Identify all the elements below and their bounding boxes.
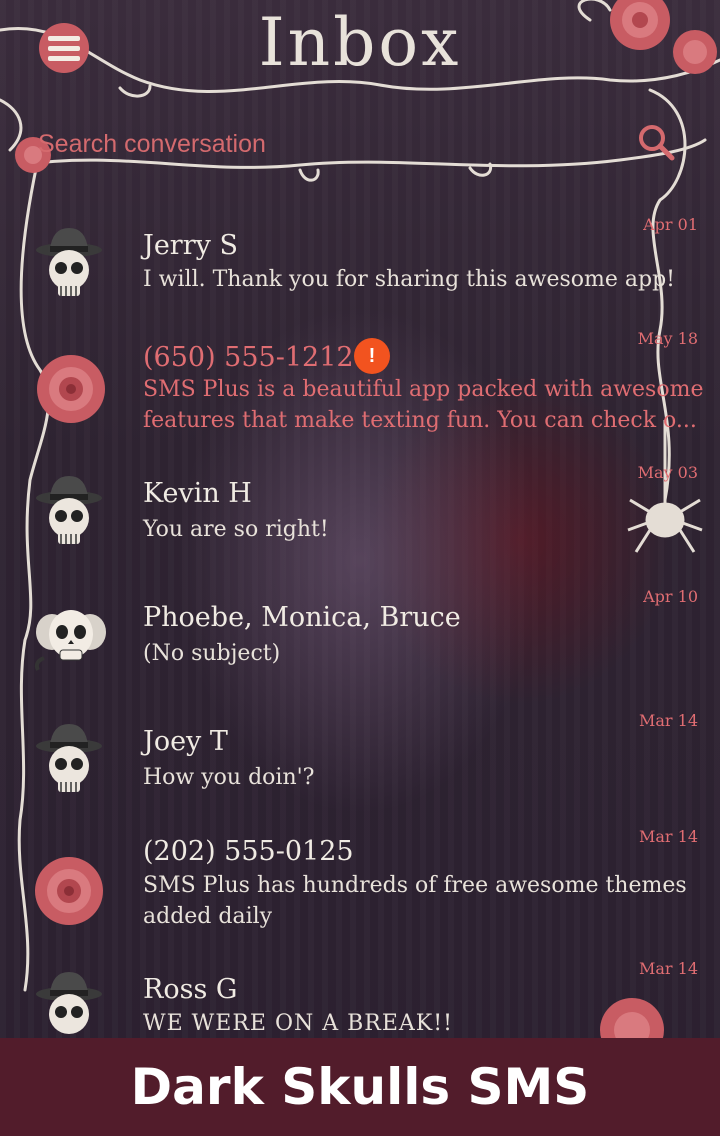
unread-badge: ! [354, 338, 390, 374]
message-date: Mar 14 [638, 711, 698, 730]
message-date: May 18 [637, 329, 698, 348]
menu-button[interactable] [36, 22, 92, 74]
message-snippet: WE WERE ON A BREAK!! [143, 1011, 453, 1036]
contact-name: Kevin H [143, 478, 252, 509]
search-input[interactable] [38, 126, 618, 162]
message-date: May 03 [637, 463, 698, 482]
contact-name: (650) 555-1212 [143, 342, 354, 373]
skull-fedora-icon [36, 724, 102, 792]
contact-name: (202) 555-0125 [143, 836, 354, 867]
skull-fedora-icon [36, 972, 102, 1034]
message-date: Apr 10 [643, 587, 698, 606]
conversation-row[interactable]: Kevin H You are so right! May 03 [0, 448, 720, 572]
contact-name: Joey T [143, 726, 228, 757]
message-snippet: SMS Plus is a beautiful app packed with … [143, 377, 704, 433]
message-snippet: (No subject) [143, 641, 281, 666]
skull-fedora-icon [36, 476, 102, 544]
message-date: Mar 14 [638, 827, 698, 846]
menu-icon [39, 23, 89, 73]
skull-fedora-icon [36, 228, 102, 296]
page-title: Inbox [258, 4, 462, 81]
conversation-row[interactable]: (202) 555-0125 SMS Plus has hundreds of … [0, 820, 720, 950]
message-date: Apr 01 [643, 215, 698, 234]
contact-name: Phoebe, Monica, Bruce [143, 602, 461, 633]
skull-group-icon [34, 610, 106, 671]
search-icon [639, 125, 675, 161]
contact-name: Ross G [143, 974, 238, 1005]
message-snippet: You are so right! [143, 517, 329, 542]
conversation-row[interactable]: Ross G WE WERE ON A BREAK!! Mar 14 [0, 950, 720, 1040]
message-snippet: How you doin'? [143, 765, 315, 790]
conversation-row[interactable]: Phoebe, Monica, Bruce (No subject) Apr 1… [0, 572, 720, 696]
rose-icon [37, 355, 105, 423]
conversation-row[interactable]: (650) 555-1212 ! SMS Plus is a beautiful… [0, 324, 720, 448]
message-snippet: SMS Plus has hundreds of free awesome th… [143, 873, 687, 929]
search-button[interactable] [636, 122, 676, 162]
message-snippet: I will. Thank you for sharing this aweso… [143, 267, 675, 292]
conversation-row[interactable]: Joey T How you doin'? Mar 14 [0, 696, 720, 820]
conversation-row[interactable]: Jerry S I will. Thank you for sharing th… [0, 200, 720, 324]
contact-name: Jerry S [143, 230, 238, 261]
banner-title: Dark Skulls SMS [130, 1058, 590, 1116]
message-date: Mar 14 [638, 959, 698, 978]
rose-icon [35, 857, 103, 925]
